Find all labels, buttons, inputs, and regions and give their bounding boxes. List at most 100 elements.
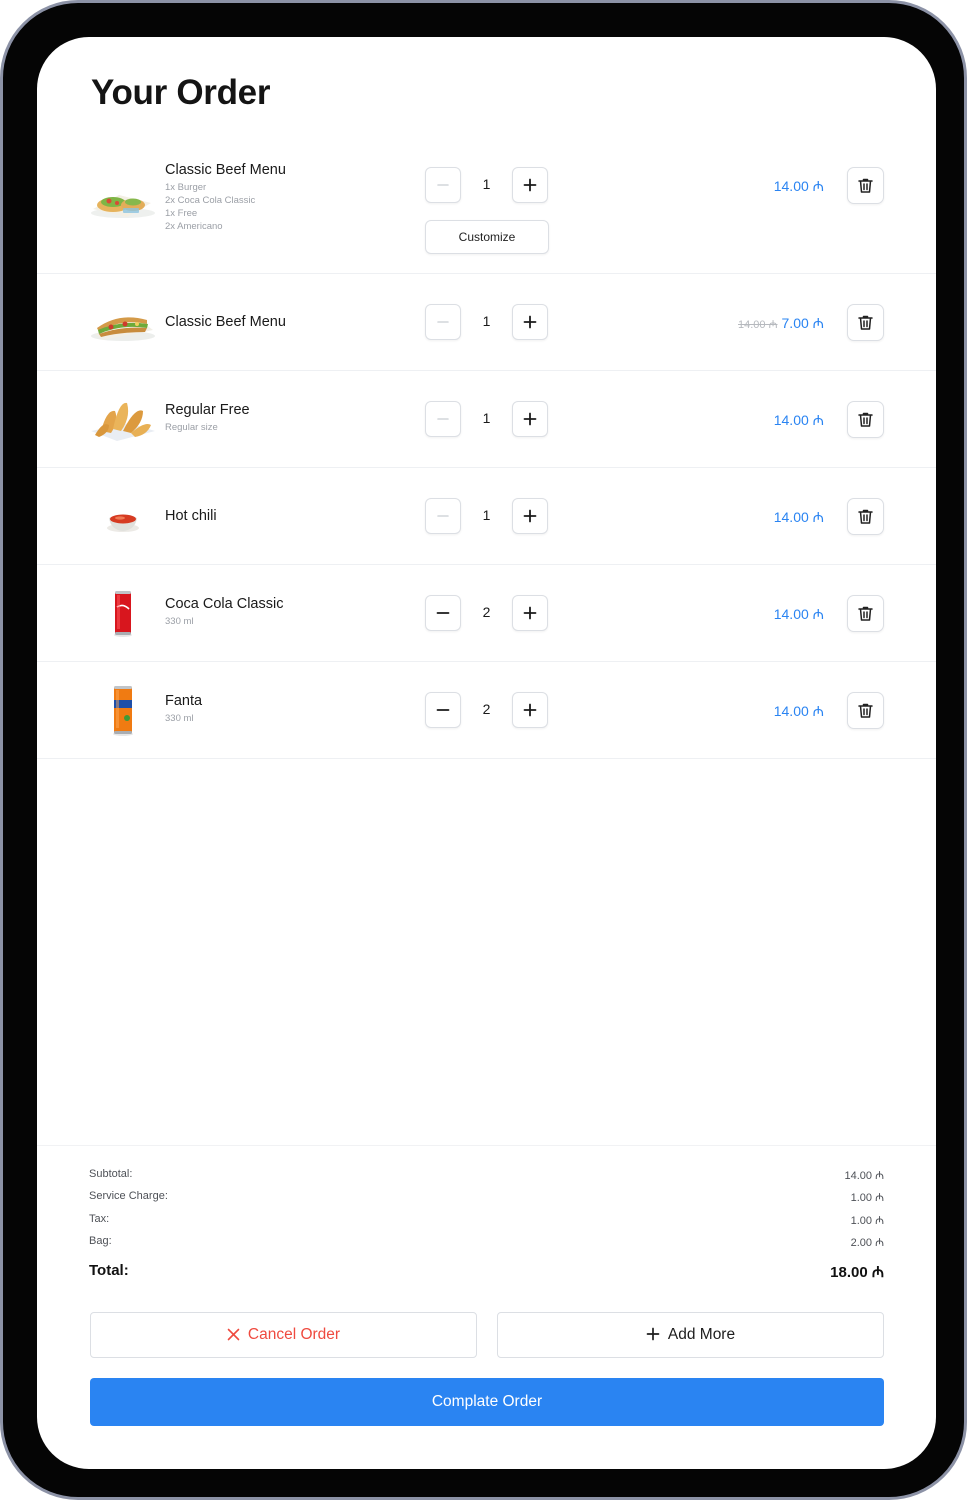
delete-item-button[interactable] [847,401,884,438]
subtotal-label: Subtotal: [89,1168,133,1180]
item-info: Coca Cola Classic 330 ml [165,596,283,628]
item-name: Coca Cola Classic [165,596,284,612]
trash-icon [858,509,873,524]
item-price-value: 14.00 ₼ [773,606,824,622]
item-price: 14.00 ₼ [774,702,824,721]
service-charge-label: Service Charge: [89,1190,168,1202]
item-detail: 2x Coca Cola Classic [165,195,256,206]
quantity-value: 2 [482,604,491,620]
trash-icon [858,703,873,718]
item-detail: 2x Americano [165,221,223,232]
item-price-value: 14.00 ₼ [773,178,824,194]
page-title: Your Order [91,73,271,112]
quantity-value: 1 [482,410,491,426]
item-price: 14.00 ₼ [774,605,824,624]
trash-icon [858,315,873,330]
item-info: Classic Beef Menu 1x Burger 2x Coca Cola… [165,162,286,233]
complete-order-label: Complate Order [431,1393,543,1410]
plus-icon [523,412,537,426]
subtotal-row: Subtotal: 14.00 ₼ [89,1168,885,1182]
item-price-value: 14.00 ₼ [773,703,824,719]
decrease-button[interactable] [425,167,461,203]
item-price: 14.00 ₼ 7.00 ₼ [738,314,824,333]
potato-wedges-icon [91,402,155,441]
add-more-label: Add More [667,1326,736,1343]
item-detail: Regular size [165,422,218,433]
order-item: Regular Free Regular size 1 14.00 ₼ [37,371,936,468]
service-charge-value: 1.00 ₼ [850,1192,884,1204]
quantity-stepper: 1 [425,401,549,437]
quantity-stepper: 2 [425,595,549,631]
add-more-button[interactable]: Add More [497,1312,884,1358]
plus-icon [523,509,537,523]
close-icon [227,1328,240,1341]
item-info: Regular Free Regular size [165,402,250,434]
order-item: Classic Beef Menu 1 14.00 ₼ 7.00 ₼ [37,274,936,371]
item-name: Regular Free [165,402,250,418]
increase-button[interactable] [512,167,548,203]
plus-icon [523,606,537,620]
item-name: Hot chili [165,508,217,524]
item-info: Fanta 330 ml [165,693,202,725]
decrease-button[interactable] [425,401,461,437]
item-detail: 330 ml [165,713,194,724]
item-details: Regular size [165,421,250,434]
customize-button[interactable]: Customize [425,220,549,254]
chili-sauce-icon [107,514,139,532]
quantity-stepper: 1 [425,498,549,534]
item-price-value: 14.00 ₼ [773,412,824,428]
tax-label: Tax: [89,1213,110,1225]
order-items-list: Classic Beef Menu 1x Burger 2x Coca Cola… [37,149,936,759]
decrease-button[interactable] [425,304,461,340]
minus-icon [437,321,449,323]
trash-icon [858,412,873,427]
quantity-value: 1 [482,176,491,192]
order-summary: Subtotal: 14.00 ₼ Service Charge: 1.00 ₼… [37,1145,936,1281]
increase-button[interactable] [512,595,548,631]
order-screen: Your Order Classic Beef Menu 1x Burger 2… [37,37,936,1469]
trash-icon [858,606,873,621]
item-price-value: 7.00 ₼ [781,315,824,331]
cancel-order-label: Cancel Order [247,1326,341,1343]
item-price: 14.00 ₼ [774,411,824,430]
item-details: 330 ml [165,712,202,725]
order-item: Coca Cola Classic 330 ml 2 14.00 ₼ [37,565,936,662]
item-price: 14.00 ₼ [774,177,824,196]
total-row: Total: 18.00 ₼ [89,1262,884,1281]
order-item: Classic Beef Menu 1x Burger 2x Coca Cola… [37,149,936,274]
plus-icon [646,1327,660,1341]
cancel-order-button[interactable]: Cancel Order [90,1312,477,1358]
delete-item-button[interactable] [847,498,884,535]
delete-item-button[interactable] [847,167,884,204]
decrease-button[interactable] [425,595,461,631]
delete-item-button[interactable] [847,595,884,632]
increase-button[interactable] [512,692,548,728]
item-detail: 1x Burger [165,182,207,193]
bag-value: 2.00 ₼ [850,1237,884,1249]
item-price: 14.00 ₼ [774,508,824,527]
item-old-price: 14.00 ₼ [738,319,778,331]
item-details: 1x Burger 2x Coca Cola Classic 1x Free 2… [165,181,286,233]
item-info: Hot chili [165,508,217,524]
increase-button[interactable] [512,304,548,340]
tax-value: 1.00 ₼ [850,1215,884,1227]
quantity-stepper: 1 [425,167,549,203]
item-name: Fanta [165,693,203,709]
increase-button[interactable] [512,401,548,437]
coca-cola-can-icon [114,591,132,637]
decrease-button[interactable] [425,692,461,728]
minus-icon [437,184,449,186]
wrap-icon [91,195,155,218]
total-value: 18.00 ₼ [830,1264,884,1281]
total-label: Total: [89,1262,129,1279]
delete-item-button[interactable] [847,304,884,341]
decrease-button[interactable] [425,498,461,534]
subtotal-value: 14.00 ₼ [844,1170,885,1182]
complete-order-button[interactable]: Complate Order [90,1378,884,1426]
quantity-value: 1 [482,507,491,523]
quantity-value: 1 [482,313,491,329]
increase-button[interactable] [512,498,548,534]
service-charge-row: Service Charge: 1.00 ₼ [89,1190,884,1204]
delete-item-button[interactable] [847,692,884,729]
quantity-stepper: 1 [425,304,549,340]
